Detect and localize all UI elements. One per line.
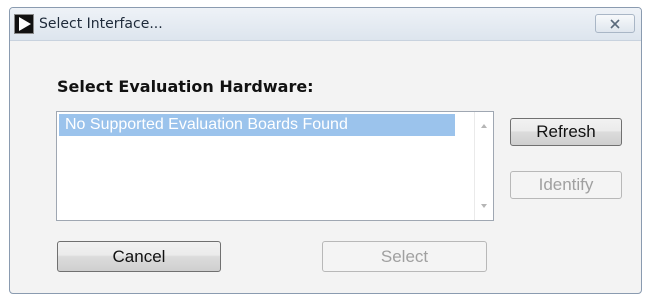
window-title: Select Interface...	[39, 16, 163, 32]
list-item[interactable]: No Supported Evaluation Boards Found	[59, 114, 455, 136]
scroll-down-arrow-icon[interactable]	[479, 202, 489, 210]
scroll-up-arrow-icon[interactable]	[479, 122, 489, 130]
select-interface-dialog: Select Interface... Select Evaluation Ha…	[9, 7, 642, 294]
identify-button[interactable]: Identify	[510, 171, 622, 199]
play-triangle-icon	[14, 14, 34, 34]
title-bar[interactable]: Select Interface...	[10, 8, 641, 41]
cancel-button[interactable]: Cancel	[57, 241, 221, 272]
close-icon	[610, 19, 620, 29]
listbox-scrollbar[interactable]	[474, 112, 493, 220]
hardware-section-label: Select Evaluation Hardware:	[57, 77, 314, 96]
close-button[interactable]	[595, 14, 635, 33]
select-button[interactable]: Select	[322, 241, 487, 272]
hardware-listbox[interactable]: No Supported Evaluation Boards Found	[56, 111, 494, 221]
refresh-button[interactable]: Refresh	[510, 118, 622, 146]
